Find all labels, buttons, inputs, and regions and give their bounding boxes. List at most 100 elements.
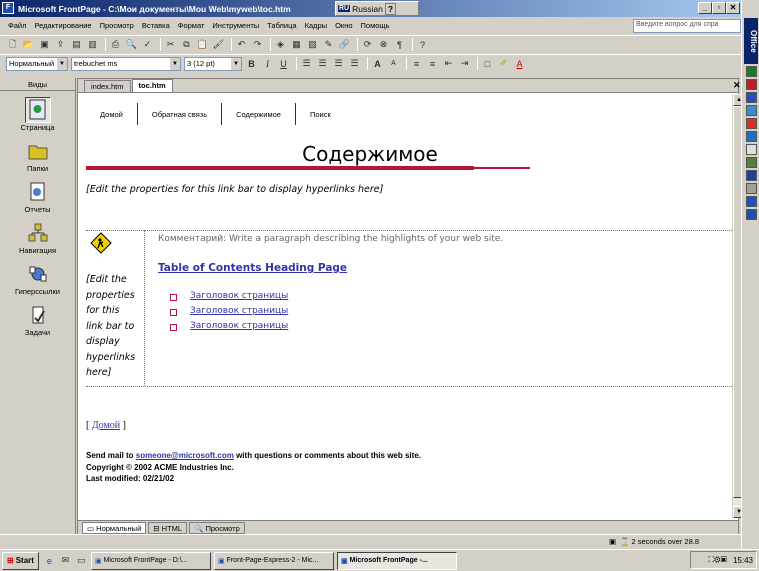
tab-normal[interactable]: ▭ Нормальный bbox=[82, 521, 147, 534]
increase-indent-icon[interactable]: ⇥ bbox=[458, 57, 471, 70]
new-page-icon[interactable]: 🗋 bbox=[6, 38, 19, 51]
style-select[interactable]: Нормальный ▼ bbox=[6, 56, 68, 71]
drawing-icon[interactable]: ✎ bbox=[322, 38, 335, 51]
page-content[interactable]: Домой Обратная связь Содержимое Поиск Со… bbox=[78, 94, 732, 518]
ie-quicklaunch-icon[interactable]: e bbox=[43, 554, 56, 567]
highlight-icon[interactable]: ✐ bbox=[497, 57, 510, 70]
stop-icon[interactable]: ⊗ bbox=[377, 38, 390, 51]
side-linkbar-placeholder[interactable]: [Edit the properties for this link bar t… bbox=[86, 272, 146, 381]
close-button[interactable]: ✕ bbox=[726, 2, 740, 14]
start-button[interactable]: ⊞ Start bbox=[2, 551, 39, 570]
nav-link-home[interactable]: Домой bbox=[86, 103, 138, 125]
restore-button[interactable]: ▫ bbox=[712, 2, 726, 14]
comment-text[interactable]: Комментарий: Write a paragraph describin… bbox=[158, 234, 503, 244]
tab-preview[interactable]: 🔍 Просмотр bbox=[189, 521, 245, 534]
toc-item-link[interactable]: Заголовок страницы bbox=[190, 291, 288, 301]
view-tasks[interactable]: Задачи bbox=[0, 302, 75, 337]
tab-toc[interactable]: toc.htm bbox=[131, 79, 173, 92]
increase-font-icon[interactable]: A bbox=[371, 57, 384, 70]
toc-item-link[interactable]: Заголовок страницы bbox=[190, 321, 288, 331]
help-icon[interactable]: ? bbox=[416, 38, 429, 51]
desktop-quicklaunch-icon[interactable]: ▭ bbox=[75, 554, 88, 567]
menu-help[interactable]: Помощь bbox=[357, 21, 394, 30]
border-icon[interactable]: □ bbox=[481, 57, 494, 70]
tray-icons[interactable]: ⛶⚙▣ bbox=[708, 555, 726, 565]
view-navigation[interactable]: Навигация bbox=[0, 220, 75, 255]
redo-icon[interactable]: ↷ bbox=[251, 38, 264, 51]
ie-icon[interactable] bbox=[746, 105, 757, 116]
view-page[interactable]: Страница bbox=[0, 97, 75, 132]
copy-icon[interactable]: ⧉ bbox=[180, 38, 193, 51]
outlook-icon[interactable] bbox=[746, 79, 757, 90]
bold-icon[interactable]: B bbox=[245, 57, 258, 70]
numbering-icon[interactable]: ≡ bbox=[410, 57, 423, 70]
italic-icon[interactable]: I bbox=[261, 57, 274, 70]
task-frontpage-1[interactable]: ▣ Microsoft FrontPage - D:\... bbox=[90, 551, 211, 570]
toc-item-link[interactable]: Заголовок страницы bbox=[190, 306, 288, 316]
shortcut-icon[interactable] bbox=[746, 209, 757, 220]
view-reports[interactable]: Отчеты bbox=[0, 179, 75, 214]
view-folders[interactable]: Папки bbox=[0, 138, 75, 173]
tab-index[interactable]: index.htm bbox=[84, 80, 131, 92]
language-bar[interactable]: RU Russian ? bbox=[335, 1, 419, 16]
font-select[interactable]: trebuchet ms ▼ bbox=[71, 56, 181, 71]
insert-picture-icon[interactable]: ▨ bbox=[306, 38, 319, 51]
clipboard-icon[interactable] bbox=[746, 144, 757, 155]
email-link[interactable]: someone@microsoft.com bbox=[136, 451, 234, 460]
menu-tools[interactable]: Инструменты bbox=[208, 21, 263, 30]
menu-insert[interactable]: Вставка bbox=[138, 21, 174, 30]
nav-link-contents[interactable]: Содержимое bbox=[222, 103, 296, 125]
align-right-icon[interactable]: ☰ bbox=[332, 57, 345, 70]
help-icon[interactable]: ? bbox=[384, 2, 397, 15]
print-icon[interactable]: ⎙ bbox=[109, 38, 122, 51]
preview-icon[interactable]: 🔍 bbox=[125, 38, 138, 51]
view-hyperlinks[interactable]: Гиперссылки bbox=[0, 261, 75, 296]
ask-question-input[interactable]: Введите вопрос для спра bbox=[633, 19, 741, 33]
publish-icon[interactable]: ⇪ bbox=[54, 38, 67, 51]
minimize-button[interactable]: _ bbox=[698, 2, 712, 14]
tools-icon[interactable] bbox=[746, 183, 757, 194]
open-icon[interactable]: 📂 bbox=[22, 38, 35, 51]
align-left-icon[interactable]: ☰ bbox=[300, 57, 313, 70]
format-painter-icon[interactable]: 🖌 bbox=[212, 38, 225, 51]
save-icon[interactable]: ▣ bbox=[38, 38, 51, 51]
navigation-pane-icon[interactable]: ▥ bbox=[86, 38, 99, 51]
powerpoint-icon[interactable] bbox=[746, 118, 757, 129]
close-document-icon[interactable]: ✕ bbox=[733, 80, 741, 91]
publisher-icon[interactable] bbox=[746, 170, 757, 181]
justify-icon[interactable]: ☰ bbox=[348, 57, 361, 70]
font-size-select[interactable]: 3 (12 pt) ▼ bbox=[184, 56, 242, 71]
paste-icon[interactable]: 📋 bbox=[196, 38, 209, 51]
menu-table[interactable]: Таблица bbox=[263, 21, 300, 30]
hyperlink-icon[interactable]: 🔗 bbox=[338, 38, 351, 51]
tab-html[interactable]: ⊟ HTML bbox=[148, 521, 188, 534]
refresh-icon[interactable]: ⟳ bbox=[361, 38, 374, 51]
nav-link-search[interactable]: Поиск bbox=[296, 103, 345, 125]
excel-icon[interactable] bbox=[746, 66, 757, 77]
toc-heading-link[interactable]: Table of Contents Heading Page bbox=[158, 262, 347, 274]
show-all-icon[interactable]: ¶ bbox=[393, 38, 406, 51]
task-frontpage-active[interactable]: ▣ Microsoft FrontPage -... bbox=[336, 551, 457, 570]
bullets-icon[interactable]: ≡ bbox=[426, 57, 439, 70]
word-icon[interactable] bbox=[746, 92, 757, 103]
folder-list-icon[interactable]: ▤ bbox=[70, 38, 83, 51]
outlook-quicklaunch-icon[interactable]: ✉ bbox=[59, 554, 72, 567]
menu-frames[interactable]: Кадры bbox=[301, 21, 331, 30]
menu-format[interactable]: Формат bbox=[174, 21, 209, 30]
under-construction-icon[interactable] bbox=[90, 232, 112, 254]
cut-icon[interactable]: ✂ bbox=[164, 38, 177, 51]
align-center-icon[interactable]: ☰ bbox=[316, 57, 329, 70]
word-doc-icon[interactable] bbox=[746, 196, 757, 207]
spelling-icon[interactable]: ✓ bbox=[141, 38, 154, 51]
menu-window[interactable]: Окно bbox=[331, 21, 356, 30]
nav-link-feedback[interactable]: Обратная связь bbox=[138, 103, 223, 125]
undo-icon[interactable]: ↶ bbox=[235, 38, 248, 51]
frontpage-icon[interactable] bbox=[746, 131, 757, 142]
underline-icon[interactable]: U bbox=[277, 57, 290, 70]
decrease-indent-icon[interactable]: ⇤ bbox=[442, 57, 455, 70]
menu-edit[interactable]: Редактирование bbox=[30, 21, 95, 30]
menu-file[interactable]: Файл bbox=[4, 21, 30, 30]
bottom-nav-home-link[interactable]: Домой bbox=[92, 420, 120, 431]
access-icon[interactable] bbox=[746, 157, 757, 168]
task-frontpage-express[interactable]: ▣ Front-Page-Express-2 - Mic... bbox=[213, 551, 334, 570]
